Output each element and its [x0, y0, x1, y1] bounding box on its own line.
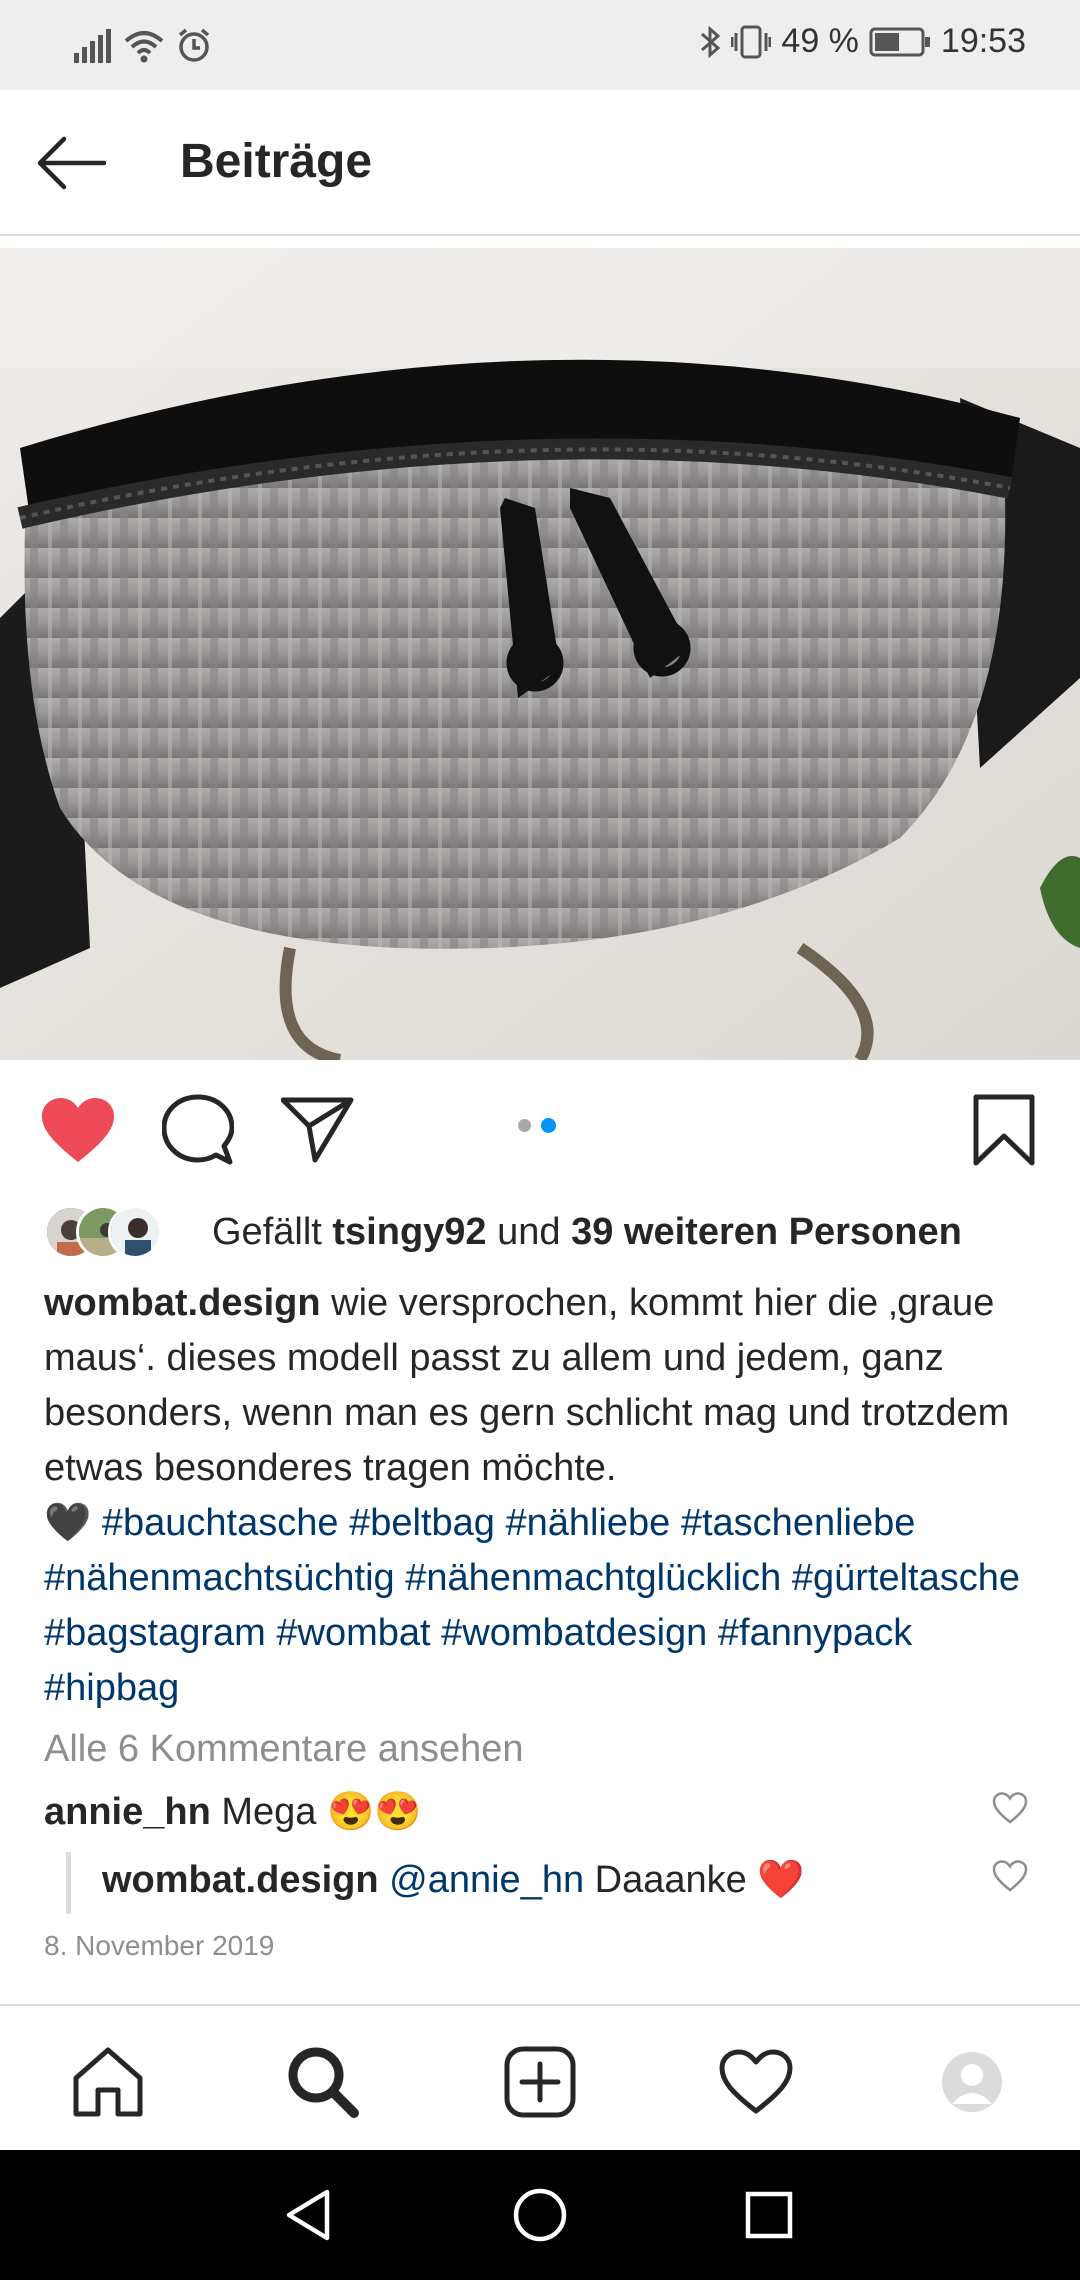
reply-like-button[interactable] [988, 1854, 1032, 1898]
nav-profile[interactable] [932, 2042, 1012, 2122]
likes-summary: Gefällt tsingy92 und 39 weiteren Persone… [212, 1211, 962, 1254]
share-icon [281, 1097, 354, 1163]
liker-username[interactable]: tsingy92 [332, 1211, 486, 1253]
hashtag-link[interactable]: #wombatdesign [441, 1612, 707, 1654]
comment-like-button[interactable] [988, 1786, 1032, 1830]
battery-percent: 49 % [781, 22, 859, 60]
hashtag-link[interactable]: #taschenliebe [681, 1502, 916, 1544]
caption-author[interactable]: wombat.design [44, 1282, 321, 1324]
page-title: Beiträge [180, 135, 373, 188]
caption-hashtags: #bauchtasche #beltbag #nähliebe #taschen… [44, 1502, 1020, 1709]
status-bar: 49 % 19:53 [0, 0, 1080, 90]
hashtag-link[interactable]: #nähenmachtglücklich [405, 1557, 781, 1599]
status-right: 49 % 19:53 [699, 22, 1026, 61]
hashtag-link[interactable]: #fannypack [718, 1612, 912, 1654]
hashtag-link[interactable]: #beltbag [349, 1502, 495, 1544]
nav-activity[interactable] [716, 2042, 796, 2122]
system-back-button[interactable] [273, 2180, 343, 2250]
hashtag-link[interactable]: #wombat [276, 1612, 430, 1654]
system-recents-button[interactable] [734, 2180, 804, 2250]
system-home-button[interactable] [505, 2180, 575, 2250]
search-icon [288, 2047, 359, 2118]
recents-square-icon [745, 2191, 793, 2239]
likes-prefix: Gefällt [212, 1210, 322, 1253]
heart-filled-icon [42, 1098, 114, 1162]
nav-search[interactable] [283, 2042, 363, 2122]
hashtag-link[interactable]: #bagstagram [44, 1612, 266, 1654]
bluetooth-icon [701, 25, 721, 58]
bookmark-button[interactable] [964, 1090, 1044, 1170]
likes-conjunction: und [497, 1210, 561, 1253]
back-button[interactable] [30, 128, 110, 198]
caption-emoji: 🖤 [44, 1502, 92, 1544]
carousel-dot-active [541, 1118, 556, 1133]
carousel-indicator [518, 1118, 556, 1133]
reply-indent-line [66, 1852, 71, 1914]
comment-button[interactable] [158, 1090, 238, 1170]
post-caption: wombat.design wie versprochen, kommt hie… [44, 1276, 1044, 1716]
home-circle-icon [513, 2188, 567, 2242]
reply-row: wombat.design @annie_hn Daaanke ❤️ [102, 1858, 805, 1902]
reply-mention[interactable]: @annie_hn [389, 1859, 584, 1901]
app-header: Beiträge [0, 90, 1080, 236]
add-post-icon [504, 2046, 576, 2118]
bottom-navigation [0, 2004, 1080, 2150]
wifi-icon [124, 31, 164, 63]
status-left-icons [74, 28, 212, 64]
carousel-dot [518, 1119, 531, 1132]
likes-row[interactable]: Gefällt tsingy92 und 39 weiteren Persone… [44, 1200, 962, 1264]
vibrate-icon [731, 25, 772, 58]
signal-icon [74, 29, 111, 63]
hashtag-link[interactable]: #hipbag [44, 1667, 179, 1709]
battery-icon [869, 27, 930, 56]
nav-new-post[interactable] [500, 2042, 580, 2122]
like-button[interactable] [38, 1090, 118, 1170]
heart-outline-icon [992, 1860, 1028, 1892]
home-icon [73, 2047, 143, 2117]
comment-text: Mega 😍😍 [221, 1791, 422, 1833]
comment-username[interactable]: annie_hn [44, 1791, 211, 1833]
profile-avatar-icon [942, 2052, 1002, 2112]
likes-others[interactable]: 39 weiteren Personen [571, 1211, 962, 1253]
liker-avatars [44, 1203, 194, 1261]
hashtag-link[interactable]: #bauchtasche [102, 1502, 339, 1544]
back-arrow-icon [37, 136, 106, 190]
bookmark-icon [973, 1094, 1035, 1166]
activity-heart-icon [719, 2049, 793, 2114]
reply-text: Daaanke ❤️ [594, 1859, 805, 1901]
back-triangle-icon [286, 2189, 330, 2241]
post-date: 8. November 2019 [44, 1930, 275, 1961]
alarm-icon [178, 28, 210, 62]
view-all-comments-link[interactable]: Alle 6 Kommentare ansehen [44, 1728, 524, 1771]
post-image[interactable] [0, 248, 1080, 1060]
clock-time: 19:53 [940, 22, 1026, 60]
hashtag-link[interactable]: #gürteltasche [792, 1557, 1020, 1599]
share-button[interactable] [278, 1090, 358, 1170]
hashtag-link[interactable]: #nähliebe [505, 1502, 670, 1544]
comment-icon [162, 1094, 234, 1165]
avatar [108, 1205, 162, 1259]
reply-username[interactable]: wombat.design [102, 1859, 379, 1901]
belt-bag-photo [0, 248, 1080, 1060]
system-navigation-bar [0, 2150, 1080, 2280]
heart-outline-icon [992, 1792, 1028, 1824]
nav-home[interactable] [68, 2042, 148, 2122]
hashtag-link[interactable]: #nähenmachtsüchtig [44, 1557, 395, 1599]
comment-row: annie_hn Mega 😍😍 [44, 1790, 422, 1834]
